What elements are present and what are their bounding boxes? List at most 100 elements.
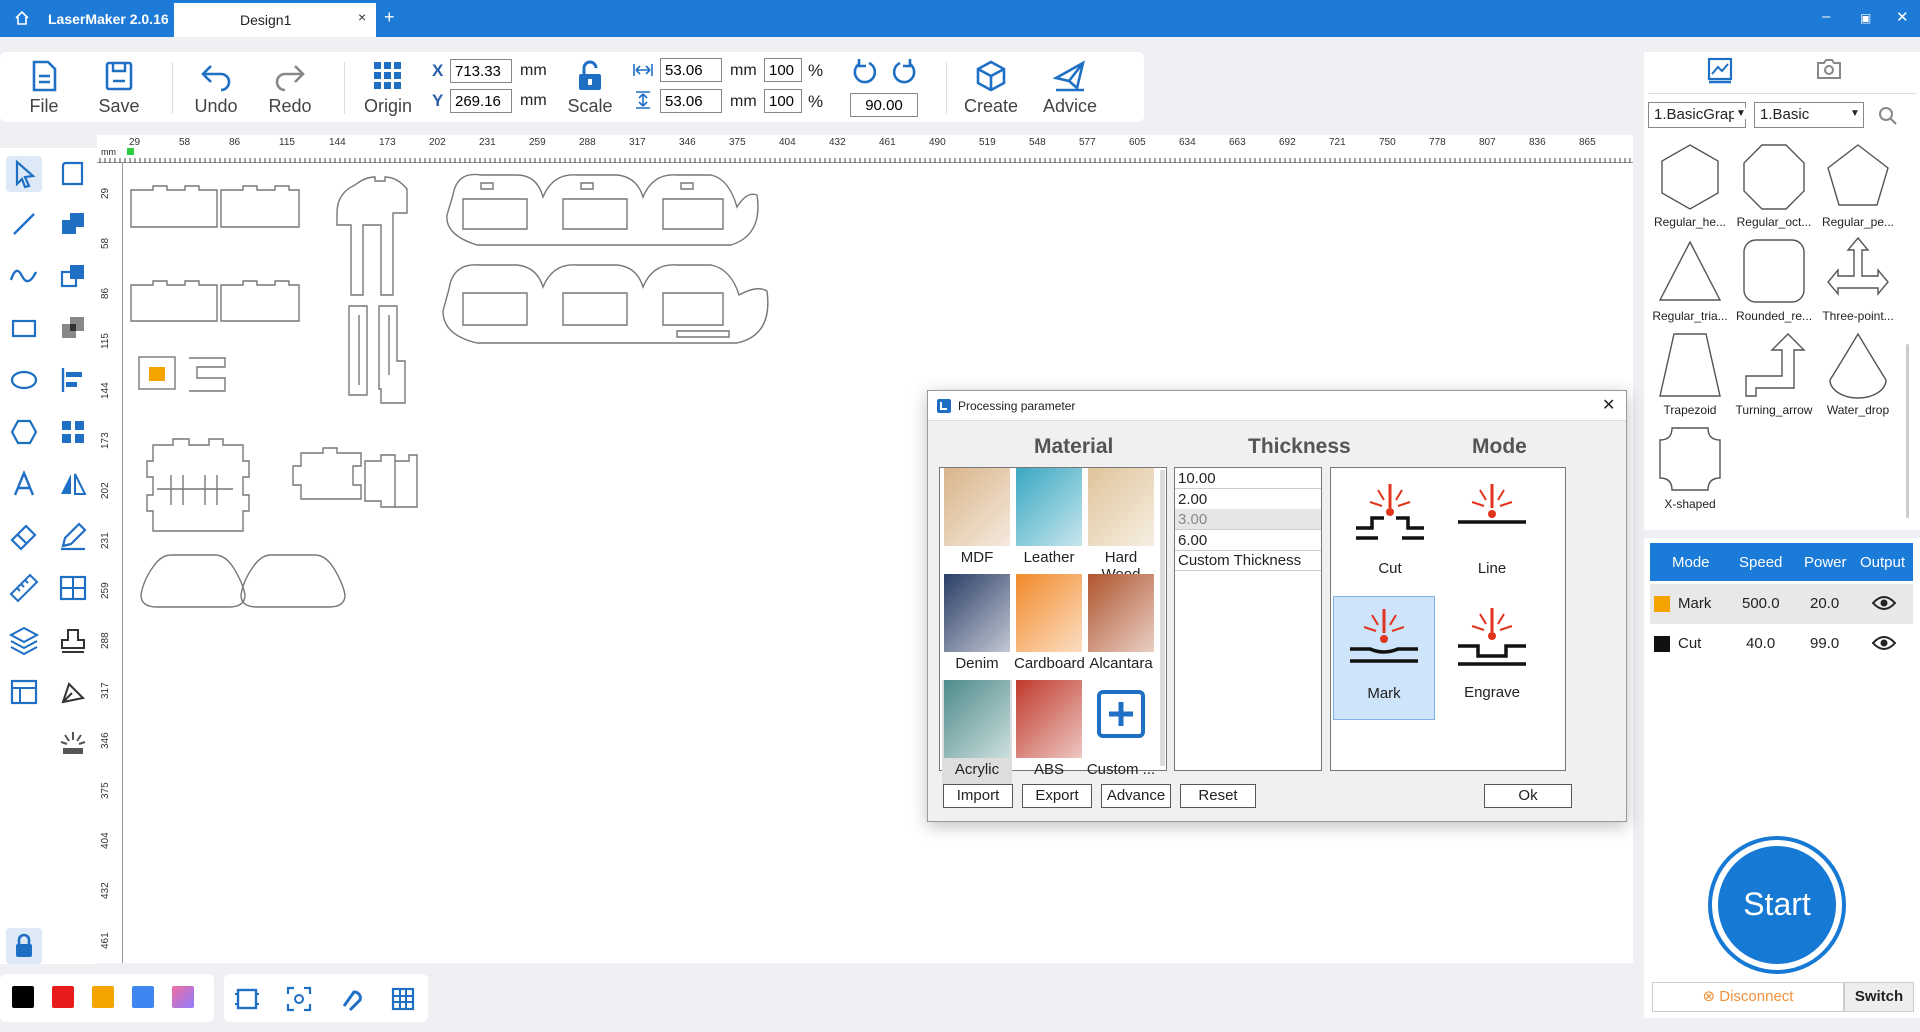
stand-piece-group[interactable] bbox=[336, 176, 408, 404]
shape-trapezoid[interactable]: Trapezoid bbox=[1647, 330, 1733, 417]
thickness-option[interactable]: 6.00 bbox=[1175, 530, 1321, 551]
tab-design1[interactable]: Design1 bbox=[174, 3, 376, 37]
width-percent-input[interactable] bbox=[764, 58, 802, 82]
boolean-union-tool[interactable] bbox=[55, 206, 91, 242]
mode-mark[interactable]: Mark bbox=[1333, 596, 1435, 720]
new-tab-button[interactable]: + bbox=[384, 7, 395, 28]
zoom-to-selection-icon[interactable] bbox=[286, 986, 312, 1012]
shape-water-drop[interactable]: Water_drop bbox=[1815, 330, 1901, 417]
text-tool[interactable] bbox=[6, 466, 42, 502]
magnet-snap-icon[interactable] bbox=[338, 986, 364, 1012]
create-button[interactable]: Create bbox=[956, 60, 1026, 117]
minimize-button[interactable]: – bbox=[1822, 8, 1830, 25]
eye-icon[interactable] bbox=[1872, 594, 1896, 612]
color-swatch[interactable] bbox=[172, 986, 194, 1008]
maximize-button[interactable]: ▣ bbox=[1860, 11, 1871, 25]
fit-frame-icon[interactable] bbox=[234, 986, 260, 1012]
stamp-tool[interactable] bbox=[55, 622, 91, 658]
box-panel-group[interactable] bbox=[130, 185, 300, 392]
shape-three-point-arrow[interactable]: Three-point... bbox=[1815, 236, 1901, 323]
mode-engrave[interactable]: Engrave bbox=[1441, 596, 1543, 720]
undo-button[interactable]: Undo bbox=[181, 60, 251, 117]
library-scrollbar[interactable] bbox=[1906, 344, 1909, 518]
line-tool[interactable] bbox=[6, 206, 42, 242]
material-hard-wood[interactable]: Hard Wood bbox=[1086, 468, 1156, 583]
shape-regular-triangle[interactable]: Regular_tria... bbox=[1647, 236, 1733, 323]
advance-button[interactable]: Advance bbox=[1101, 784, 1171, 808]
polygon-tool[interactable] bbox=[6, 414, 42, 450]
disconnect-button[interactable]: ⊗ Disconnect bbox=[1652, 982, 1844, 1012]
node-edit-tool[interactable] bbox=[55, 156, 91, 192]
thickness-option[interactable]: Custom Thickness bbox=[1175, 550, 1321, 571]
material-mdf[interactable]: MDF bbox=[942, 468, 1012, 573]
material-denim[interactable]: Denim bbox=[942, 574, 1012, 679]
measure-tool[interactable] bbox=[6, 570, 42, 606]
width-input[interactable] bbox=[660, 58, 722, 82]
tab-close-button[interactable]: × bbox=[358, 9, 366, 25]
shape-regular-octagon[interactable]: Regular_oct... bbox=[1731, 142, 1817, 229]
ok-button[interactable]: Ok bbox=[1484, 784, 1572, 808]
camera-icon[interactable] bbox=[1815, 56, 1843, 82]
joint-piece-group[interactable] bbox=[292, 447, 418, 508]
y-coordinate-input[interactable] bbox=[450, 89, 512, 113]
grid-toggle-icon[interactable] bbox=[390, 986, 416, 1012]
home-icon[interactable] bbox=[14, 10, 30, 26]
x-coordinate-input[interactable] bbox=[450, 59, 512, 83]
material-cardboard[interactable]: Cardboard bbox=[1014, 574, 1085, 679]
eye-icon[interactable] bbox=[1872, 634, 1896, 652]
align-tool[interactable] bbox=[55, 362, 91, 398]
close-window-button[interactable]: ✕ bbox=[1896, 8, 1909, 26]
boolean-intersect-tool[interactable] bbox=[55, 310, 91, 346]
thickness-option[interactable]: 3.00 bbox=[1175, 509, 1321, 530]
color-swatch[interactable] bbox=[132, 986, 154, 1008]
material-alcantara[interactable]: Alcantara bbox=[1086, 574, 1156, 679]
rotation-input[interactable] bbox=[850, 93, 918, 117]
lock-button[interactable] bbox=[6, 928, 42, 964]
pen-tool[interactable] bbox=[55, 674, 91, 710]
color-swatch[interactable] bbox=[12, 986, 34, 1008]
graphics-library-icon[interactable] bbox=[1706, 56, 1734, 84]
dialog-close-button[interactable]: ✕ bbox=[1602, 395, 1615, 415]
export-button[interactable]: Export bbox=[1022, 784, 1092, 808]
file-button[interactable]: File bbox=[9, 60, 79, 117]
thickness-option[interactable]: 10.00 bbox=[1175, 468, 1321, 489]
material-custom[interactable]: Custom ... bbox=[1086, 680, 1156, 785]
layer-color-swatch[interactable] bbox=[1654, 596, 1670, 612]
color-swatch[interactable] bbox=[52, 986, 74, 1008]
boolean-subtract-tool[interactable] bbox=[55, 258, 91, 294]
material-acrylic[interactable]: Acrylic bbox=[942, 680, 1012, 785]
switch-button[interactable]: Switch bbox=[1844, 982, 1914, 1012]
grid-panel-group[interactable] bbox=[146, 438, 250, 532]
layer-color-swatch[interactable] bbox=[1654, 636, 1670, 652]
material-leather[interactable]: Leather bbox=[1014, 468, 1084, 573]
height-input[interactable] bbox=[660, 89, 722, 113]
search-icon[interactable] bbox=[1878, 106, 1898, 126]
material-abs[interactable]: ABS bbox=[1014, 680, 1084, 785]
laser-tool[interactable] bbox=[55, 726, 91, 762]
mode-cut[interactable]: Cut bbox=[1339, 472, 1441, 596]
layer-row-mark[interactable]: Mark 500.0 20.0 bbox=[1650, 584, 1913, 624]
eraser-tool[interactable] bbox=[6, 518, 42, 554]
save-button[interactable]: Save bbox=[84, 60, 154, 117]
rectangle-tool[interactable] bbox=[6, 310, 42, 346]
layer-row-cut[interactable]: Cut 40.0 99.0 bbox=[1650, 624, 1913, 664]
mode-line[interactable]: Line bbox=[1441, 472, 1543, 596]
layers-tool[interactable] bbox=[6, 622, 42, 658]
rotate-cw-icon[interactable] bbox=[890, 58, 918, 86]
advice-button[interactable]: Advice bbox=[1035, 60, 1105, 117]
template-tool[interactable] bbox=[6, 674, 42, 710]
color-swatch[interactable] bbox=[92, 986, 114, 1008]
library-subcategory-select[interactable]: 1.Basic bbox=[1754, 102, 1864, 128]
material-scrollbar[interactable] bbox=[1160, 470, 1165, 766]
mirror-tool[interactable] bbox=[55, 466, 91, 502]
select-tool[interactable] bbox=[6, 156, 42, 192]
library-category-select[interactable]: 1.BasicGraphics bbox=[1648, 102, 1746, 128]
chain-piece-row-2[interactable] bbox=[442, 264, 769, 344]
curve-tool[interactable] bbox=[6, 258, 42, 294]
shape-rounded-rectangle[interactable]: Rounded_re... bbox=[1731, 236, 1817, 323]
start-button[interactable]: Start bbox=[1712, 840, 1842, 970]
trapezoid-piece-group[interactable] bbox=[140, 554, 346, 608]
draw-edit-tool[interactable] bbox=[55, 518, 91, 554]
ellipse-tool[interactable] bbox=[6, 362, 42, 398]
reset-button[interactable]: Reset bbox=[1180, 784, 1256, 808]
